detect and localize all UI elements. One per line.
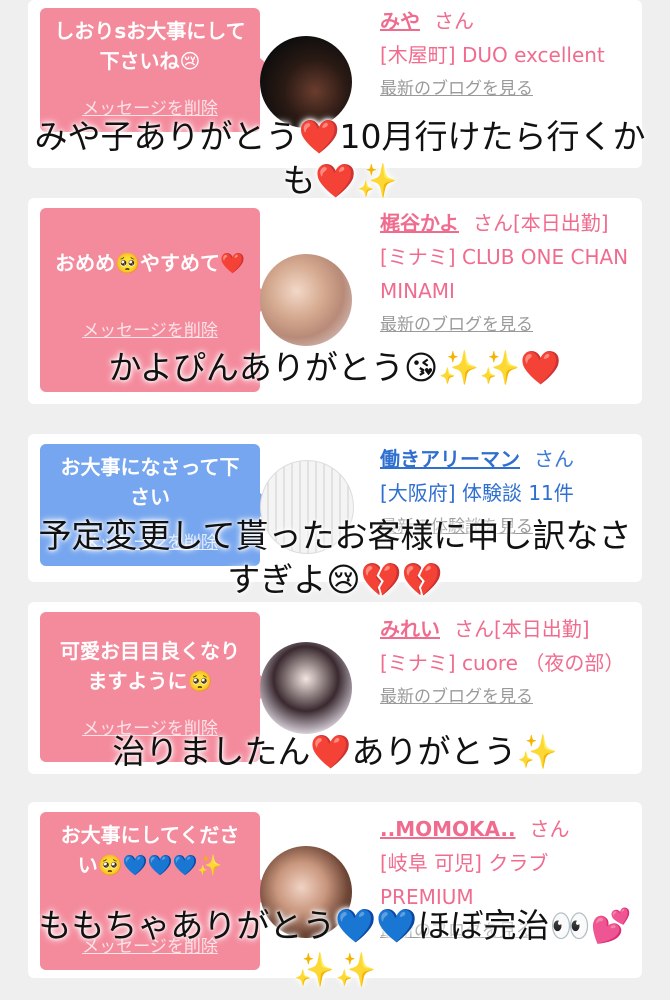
user-name-link[interactable]: 働きアリーマン (380, 447, 520, 471)
message-text: おめめ🥺やすめて❤️ (55, 251, 245, 275)
delete-message-link[interactable]: メッセージを削除 (40, 316, 260, 346)
honorific: さん[本日出勤] (473, 211, 609, 235)
message-text: 可愛お目目良くなりますように🥺 (60, 639, 240, 693)
latest-blog-link[interactable]: 最新のブログを見る (380, 308, 630, 342)
caption-overlay: かよぴんありがとう😘✨✨❤️ (108, 348, 562, 387)
message-text: お大事になさって下さい (60, 455, 240, 509)
user-name-link[interactable]: みや (380, 9, 420, 33)
latest-blog-link[interactable]: 最新のブログを見る (380, 72, 630, 106)
honorific: さん (534, 447, 574, 471)
message-text: しおりsお大事にして下さいね😢 (54, 19, 246, 73)
avatar[interactable] (260, 254, 352, 346)
honorific: さん (434, 9, 474, 33)
user-info: みれい さん[本日出勤] [ミナミ] cuore （夜の部） 最新のブログを見る (380, 612, 630, 714)
user-info: 梶谷かよ さん[本日出勤] [ミナミ] CLUB ONE CHAN MINAMI … (380, 206, 630, 342)
honorific: さん (529, 817, 570, 841)
caption-overlay: みや子ありがとう❤️10月行けたら行くかも❤️✨ (34, 117, 646, 200)
honorific: さん[本日出勤] (454, 617, 590, 641)
shop-location: [木屋町] DUO excellent (380, 43, 605, 67)
message-bubble: しおりsお大事にして下さいね😢 メッセージを削除 (40, 8, 274, 132)
caption-overlay: 予定変更して貰ったお客様に申し訳なさすぎよ😢💔💔 (38, 516, 632, 599)
shop-location: [ミナミ] CLUB ONE CHAN MINAMI (380, 245, 629, 303)
user-name-link[interactable]: ..MOMOKA.. (380, 817, 516, 841)
user-info: みや さん [木屋町] DUO excellent 最新のブログを見る (380, 4, 630, 106)
caption-overlay: ももちゃありがとう💙💙ほぼ完治👀💕✨✨ (38, 906, 632, 989)
latest-blog-link[interactable]: 最新のブログを見る (380, 680, 630, 714)
avatar[interactable] (260, 642, 352, 734)
user-name-link[interactable]: みれい (380, 617, 440, 641)
shop-location: [大阪府] 体験談 11件 (380, 481, 574, 505)
message-text: お大事にしてください🥺💙💙💙✨ (60, 823, 240, 877)
caption-overlay: 治りましたん❤️ありがとう✨ (112, 732, 558, 771)
shop-location: [ミナミ] cuore （夜の部） (380, 651, 625, 675)
user-name-link[interactable]: 梶谷かよ (380, 211, 459, 235)
